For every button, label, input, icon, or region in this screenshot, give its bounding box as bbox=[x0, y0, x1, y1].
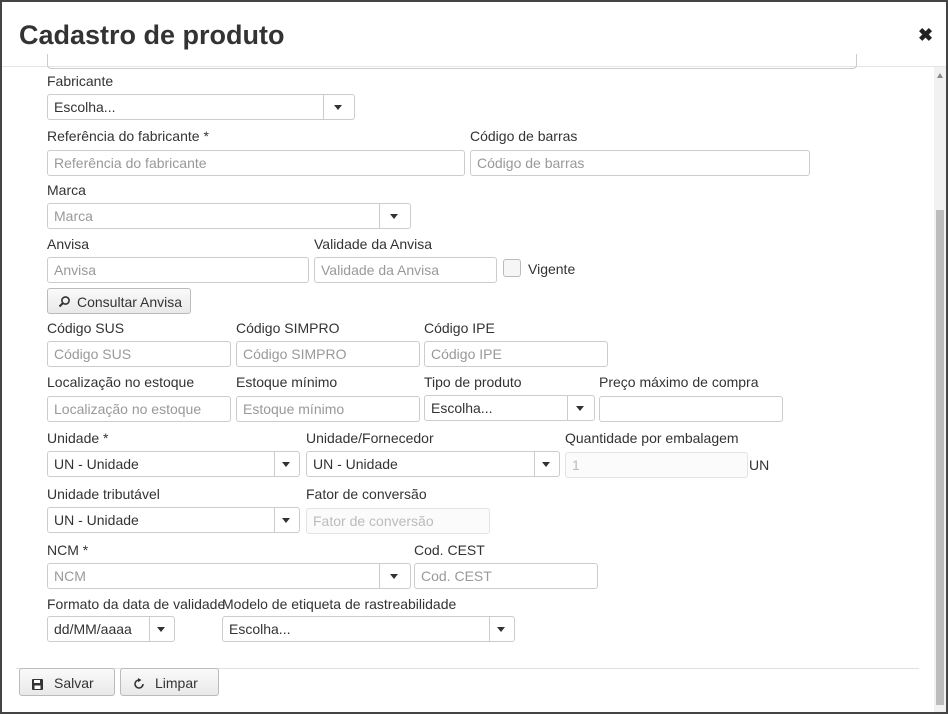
scroll-up-icon[interactable] bbox=[937, 73, 943, 78]
unidade-select[interactable]: UN - Unidade bbox=[47, 451, 300, 477]
qtd-embalagem-unit: UN bbox=[749, 457, 770, 473]
floppy-disk-icon bbox=[32, 677, 43, 693]
marca-select[interactable]: Marca bbox=[47, 203, 411, 229]
clear-button[interactable]: Limpar bbox=[120, 668, 219, 696]
chevron-down-icon bbox=[157, 627, 165, 632]
refresh-icon bbox=[133, 677, 145, 693]
cod-ipe-label: Código IPE bbox=[424, 320, 495, 336]
scrolled-field-edge bbox=[47, 54, 857, 69]
unidade-dropdown-button[interactable] bbox=[274, 452, 299, 476]
cod-cest-label: Cod. CEST bbox=[414, 542, 485, 558]
cod-sus-input[interactable] bbox=[47, 341, 231, 367]
cod-cest-input[interactable] bbox=[414, 563, 598, 589]
estoque-minimo-input[interactable] bbox=[236, 396, 420, 422]
anvisa-input[interactable] bbox=[47, 257, 309, 283]
fator-conversao-input bbox=[306, 508, 490, 534]
cod-simpro-label: Código SIMPRO bbox=[236, 320, 340, 336]
anvisa-label: Anvisa bbox=[47, 236, 90, 252]
unidade-fornecedor-dropdown-button[interactable] bbox=[534, 452, 559, 476]
ncm-dropdown-button[interactable] bbox=[379, 564, 410, 588]
formato-validade-dropdown-button[interactable] bbox=[149, 617, 174, 641]
unidade-tributavel-label: Unidade tributável bbox=[47, 486, 160, 502]
chevron-down-icon bbox=[497, 627, 505, 632]
unidade-tributavel-select[interactable]: UN - Unidade bbox=[47, 507, 300, 533]
localizacao-label: Localização no estoque bbox=[47, 374, 195, 390]
fabricante-select[interactable]: Escolha... bbox=[47, 94, 355, 120]
vigente-label: Vigente bbox=[528, 261, 576, 277]
tipo-produto-select[interactable]: Escolha... bbox=[424, 395, 595, 421]
cod-barras-label: Código de barras bbox=[470, 128, 578, 144]
required-marker: * bbox=[103, 430, 109, 446]
chevron-down-icon bbox=[542, 462, 550, 467]
chevron-down-icon bbox=[390, 214, 398, 219]
required-marker: * bbox=[82, 542, 89, 558]
validade-anvisa-label: Validade da Anvisa bbox=[314, 236, 433, 252]
chevron-down-icon bbox=[390, 574, 398, 579]
ref-fabricante-input[interactable] bbox=[47, 150, 465, 176]
fabricante-label: Fabricante bbox=[47, 73, 114, 89]
chevron-down-icon bbox=[334, 105, 342, 110]
estoque-minimo-label: Estoque mínimo bbox=[236, 374, 338, 390]
cod-ipe-input[interactable] bbox=[424, 341, 608, 367]
preco-maximo-label: Preço máximo de compra bbox=[599, 374, 759, 390]
modelo-etiqueta-select[interactable]: Escolha... bbox=[222, 616, 515, 642]
formato-validade-select[interactable]: dd/MM/aaaa bbox=[47, 616, 175, 642]
ncm-label: NCM * bbox=[47, 542, 89, 558]
chevron-down-icon bbox=[282, 518, 290, 523]
fator-conversao-label: Fator de conversão bbox=[306, 486, 427, 502]
consultar-anvisa-button[interactable]: Consultar Anvisa bbox=[47, 288, 191, 314]
unidade-label: Unidade * bbox=[47, 430, 109, 446]
search-icon bbox=[58, 295, 71, 311]
qtd-embalagem-input bbox=[565, 452, 748, 478]
tipo-produto-dropdown-button[interactable] bbox=[567, 396, 594, 420]
unidade-fornecedor-label: Unidade/Fornecedor bbox=[306, 430, 434, 446]
cod-sus-label: Código SUS bbox=[47, 320, 125, 336]
marca-label: Marca bbox=[47, 182, 86, 198]
page-title: Cadastro de produto bbox=[19, 20, 285, 50]
marca-dropdown-button[interactable] bbox=[379, 204, 410, 228]
ref-fabricante-label: Referência do fabricante * bbox=[47, 128, 209, 144]
ncm-select[interactable]: NCM bbox=[47, 563, 411, 589]
validade-anvisa-input[interactable] bbox=[314, 257, 497, 283]
localizacao-input[interactable] bbox=[47, 396, 231, 422]
chevron-down-icon bbox=[576, 406, 584, 411]
unidade-tributavel-dropdown-button[interactable] bbox=[274, 508, 299, 532]
unidade-fornecedor-select[interactable]: UN - Unidade bbox=[306, 451, 560, 477]
modal-dialog: Cadastro de produto ✖ Fabricante Escolha… bbox=[0, 0, 948, 714]
scrollbar[interactable] bbox=[934, 67, 946, 712]
preco-maximo-input[interactable] bbox=[599, 396, 783, 422]
formato-validade-label: Formato da data de validade bbox=[47, 596, 226, 612]
fabricante-dropdown-button[interactable] bbox=[323, 95, 354, 119]
tipo-produto-label: Tipo de produto bbox=[424, 374, 522, 390]
modelo-etiqueta-label: Modelo de etiqueta de rastreabilidade bbox=[222, 596, 457, 612]
qtd-embalagem-label: Quantidade por embalagem bbox=[565, 430, 739, 446]
close-icon[interactable]: ✖ bbox=[918, 26, 933, 44]
save-button[interactable]: Salvar bbox=[19, 668, 115, 696]
cod-barras-input[interactable] bbox=[470, 150, 810, 176]
required-marker: * bbox=[203, 128, 209, 144]
scrollbar-thumb[interactable] bbox=[936, 210, 944, 705]
cod-simpro-input[interactable] bbox=[236, 341, 420, 367]
chevron-down-icon bbox=[282, 462, 290, 467]
modelo-etiqueta-dropdown-button[interactable] bbox=[489, 617, 514, 641]
vigente-checkbox[interactable] bbox=[503, 259, 521, 277]
